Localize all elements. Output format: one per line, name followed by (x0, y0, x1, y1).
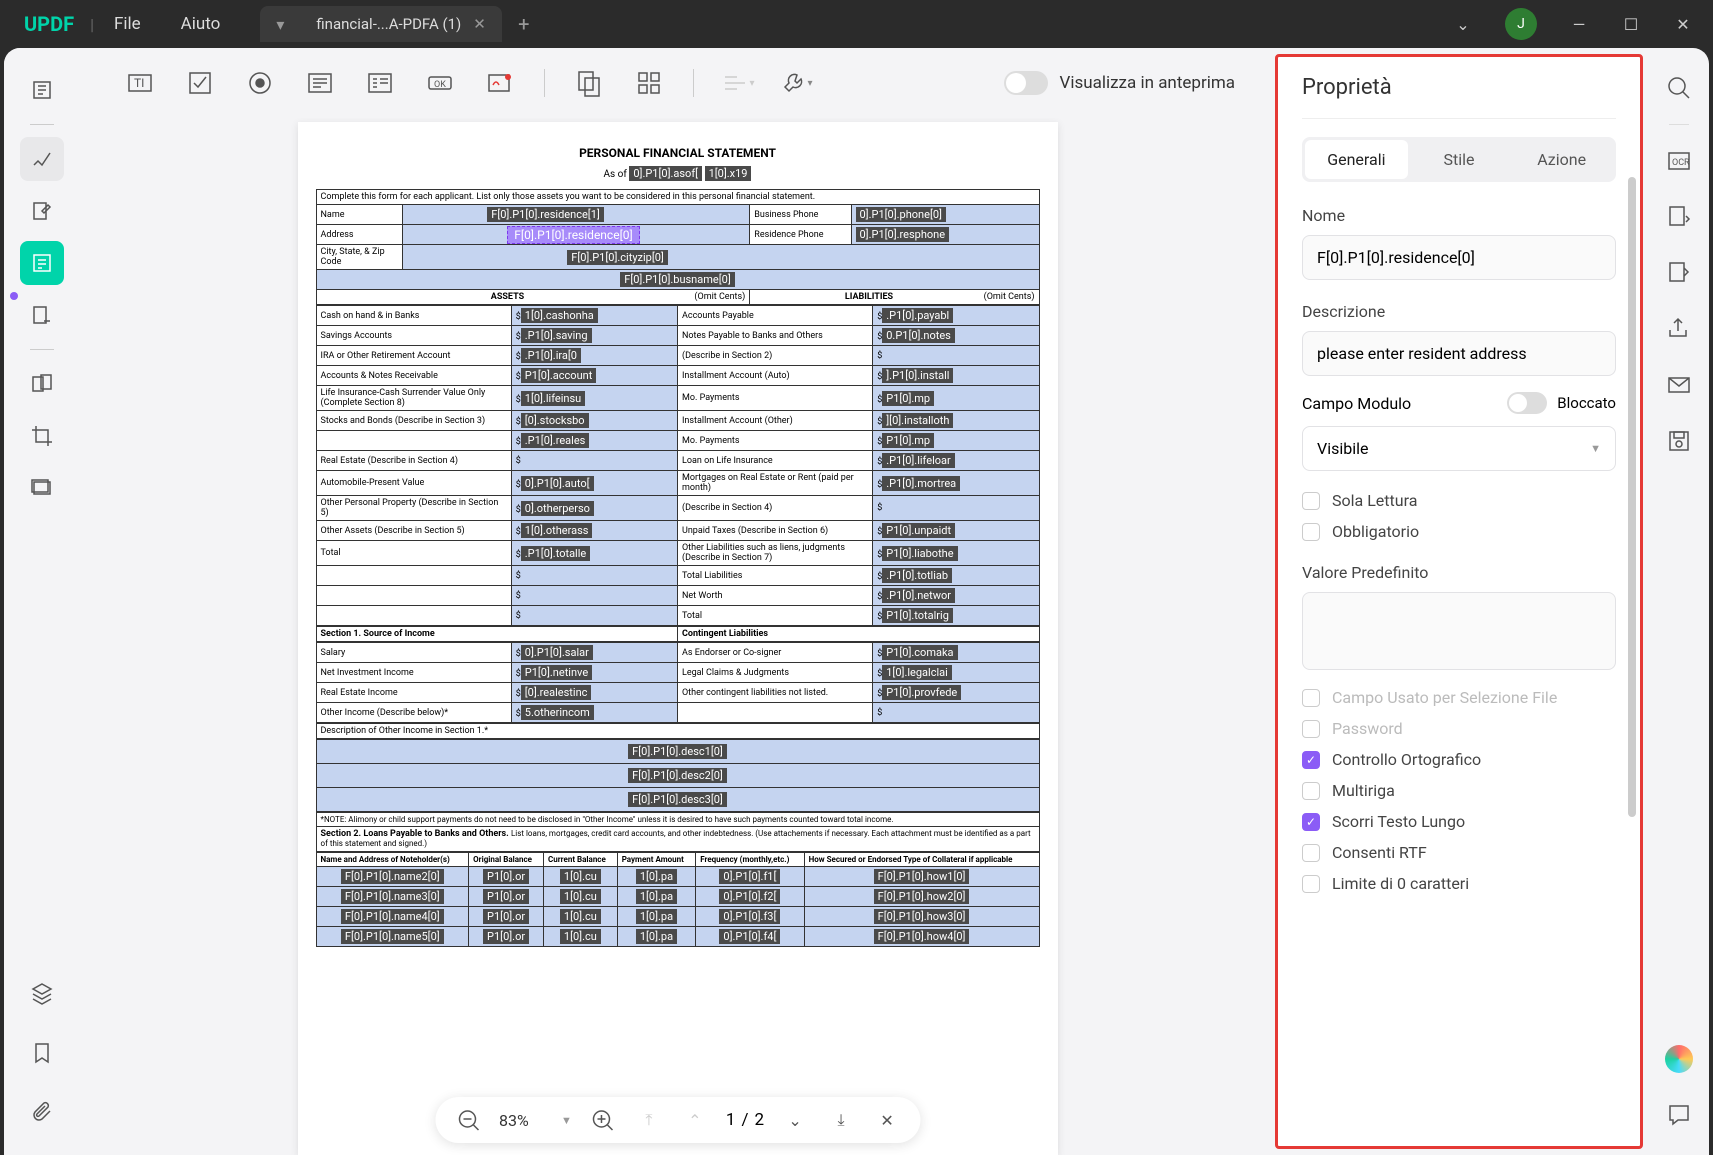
chat-icon[interactable] (1659, 1095, 1699, 1135)
close-tab-icon[interactable]: ✕ (473, 15, 486, 33)
close-nav-button[interactable]: ✕ (872, 1105, 902, 1135)
user-avatar[interactable]: J (1505, 8, 1537, 40)
zoom-out-button[interactable] (453, 1105, 483, 1135)
crop-tool-icon[interactable] (20, 414, 64, 458)
grid-tool[interactable] (629, 63, 669, 103)
multiline-checkbox[interactable] (1302, 782, 1320, 800)
convert-icon[interactable] (1659, 197, 1699, 237)
redact-tool-icon[interactable] (20, 466, 64, 510)
form-tool-icon[interactable] (20, 241, 64, 285)
tab-style[interactable]: Stile (1408, 140, 1511, 179)
indicator-dot (10, 292, 18, 300)
tab-general[interactable]: Generali (1305, 140, 1408, 179)
preview-toggle[interactable] (1004, 71, 1048, 95)
name-input[interactable] (1302, 235, 1616, 280)
ai-assistant-icon[interactable] (1659, 1039, 1699, 1079)
field-residence0-selected[interactable]: F[0].P1[0].residence[0] (507, 226, 639, 244)
preview-label: Visualizza in anteprima (1060, 73, 1236, 93)
filesel-checkbox (1302, 689, 1320, 707)
share-icon[interactable] (1659, 309, 1699, 349)
field-x19[interactable]: 1[0].x19 (705, 166, 752, 181)
field-asof[interactable]: 0].P1[0].asof[ (629, 166, 702, 181)
locked-label: Bloccato (1557, 394, 1616, 412)
listbox-tool[interactable] (360, 63, 400, 103)
desc-input[interactable] (1302, 331, 1616, 376)
dropdown-tool[interactable] (300, 63, 340, 103)
tab-title: financial-...A-PDFA (1) (316, 15, 461, 33)
document-tab[interactable]: financial-...A-PDFA (1) ✕ (300, 6, 502, 42)
field-cityzip[interactable]: F[0].P1[0].cityzip[0] (567, 250, 668, 265)
maximize-button[interactable]: ☐ (1609, 2, 1653, 46)
zoom-in-button[interactable] (588, 1105, 618, 1135)
prev-page-button[interactable]: ⌃ (680, 1105, 710, 1135)
visibility-select[interactable]: Visibile▼ (1302, 426, 1616, 471)
panel-title: Proprietà (1302, 75, 1632, 100)
field-busname[interactable]: F[0].P1[0].busname[0] (620, 272, 735, 287)
email-icon[interactable] (1659, 365, 1699, 405)
bookmark-icon[interactable] (20, 1031, 64, 1075)
readonly-checkbox[interactable] (1302, 492, 1320, 510)
spellcheck-checkbox[interactable]: ✓ (1302, 751, 1320, 769)
zoom-value[interactable]: 83% (499, 1111, 545, 1130)
scroll-checkbox[interactable]: ✓ (1302, 813, 1320, 831)
password-checkbox (1302, 720, 1320, 738)
page-current[interactable]: 1 (726, 1110, 736, 1130)
rtf-checkbox[interactable] (1302, 844, 1320, 862)
charlimit-checkbox[interactable] (1302, 875, 1320, 893)
tab-action[interactable]: Azione (1510, 140, 1613, 179)
edit-tool-icon[interactable] (20, 189, 64, 233)
doc-title: PERSONAL FINANCIAL STATEMENT (316, 146, 1040, 160)
svg-text:OK: OK (434, 80, 446, 90)
attachment-icon[interactable] (20, 1091, 64, 1135)
text-field-tool[interactable]: TI (120, 63, 160, 103)
ocr-icon[interactable]: OCR (1659, 141, 1699, 181)
save-icon[interactable] (1659, 421, 1699, 461)
locked-toggle[interactable] (1507, 392, 1547, 414)
panel-scrollbar[interactable] (1628, 177, 1636, 817)
asof-label: As of (604, 169, 627, 180)
form-field-label: Campo Modulo (1302, 394, 1411, 413)
new-tab-button[interactable]: + (502, 2, 546, 46)
layers-icon[interactable] (20, 971, 64, 1015)
svg-text:OCR: OCR (1672, 158, 1690, 168)
properties-panel: Proprietà Generali Stile Azione Nome Des… (1275, 54, 1643, 1149)
organize-tool-icon[interactable] (20, 293, 64, 337)
last-page-button[interactable]: ⤓ (826, 1105, 856, 1135)
field-resphone[interactable]: 0].P1[0].resphone (856, 227, 950, 242)
field-residence1[interactable]: F[0].P1[0].residence[1] (487, 207, 604, 222)
chevron-down-icon[interactable]: ⌄ (1441, 2, 1485, 46)
default-value-input[interactable] (1302, 592, 1616, 670)
checkbox-tool[interactable] (180, 63, 220, 103)
reader-mode-icon[interactable] (20, 68, 64, 112)
svg-text:TI: TI (134, 76, 144, 90)
signature-tool[interactable] (480, 63, 520, 103)
comment-tool-icon[interactable] (20, 137, 64, 181)
next-page-button[interactable]: ⌄ (780, 1105, 810, 1135)
page-total: 2 (754, 1110, 764, 1130)
pdf-page[interactable]: PERSONAL FINANCIAL STATEMENT As of 0].P1… (298, 122, 1058, 1155)
radio-tool[interactable] (240, 63, 280, 103)
page-navigator: 83% ▼ ⤒ ⌃ 1/2 ⌄ ⤓ ✕ (435, 1097, 920, 1143)
tab-list-dropdown[interactable]: ▾ (260, 6, 300, 42)
close-button[interactable]: ✕ (1661, 2, 1705, 46)
align-tool[interactable]: ▾ (718, 63, 758, 103)
export-icon[interactable] (1659, 253, 1699, 293)
field-phone0[interactable]: 0].P1[0].phone[0] (856, 207, 946, 222)
minimize-button[interactable]: — (1557, 2, 1601, 46)
instructions: Complete this form for each applicant. L… (316, 190, 1039, 205)
pages-tool-icon[interactable] (20, 362, 64, 406)
name-label: Nome (1302, 206, 1632, 225)
first-page-button[interactable]: ⤒ (634, 1105, 664, 1135)
menu-file[interactable]: File (94, 14, 161, 34)
app-logo: UPDF (24, 12, 74, 36)
tools-dropdown[interactable]: ▾ (778, 63, 818, 103)
form-recognize-tool[interactable] (569, 63, 609, 103)
desc-label: Descrizione (1302, 302, 1632, 321)
required-checkbox[interactable] (1302, 523, 1320, 541)
menu-help[interactable]: Aiuto (161, 14, 241, 34)
button-tool[interactable]: OK (420, 63, 460, 103)
zoom-dropdown-icon[interactable]: ▼ (561, 1114, 572, 1127)
default-label: Valore Predefinito (1302, 563, 1632, 582)
search-icon[interactable] (1659, 68, 1699, 108)
